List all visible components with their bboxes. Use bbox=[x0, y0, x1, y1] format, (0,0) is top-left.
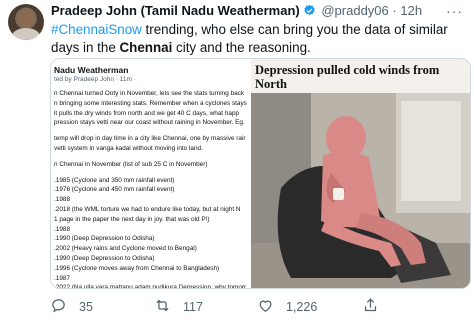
embedded-line: .1990 (Deep Depression to Odisha) bbox=[54, 235, 155, 243]
avatar-face bbox=[18, 10, 34, 28]
heart-icon bbox=[257, 297, 286, 317]
share-button[interactable] bbox=[362, 297, 391, 317]
retweet-count: 117 bbox=[183, 300, 203, 314]
embedded-line: it pulls the dry winds from north and we… bbox=[54, 109, 240, 117]
embedded-line: .1990 (Deep Depression to Odisha) bbox=[54, 254, 155, 262]
embedded-line: pression stays vetti near our coast with… bbox=[54, 119, 245, 127]
embedded-line: .1996 (Cyclone moves away from Chennai t… bbox=[54, 264, 220, 272]
retweet-icon bbox=[154, 297, 183, 317]
tweet: Pradeep John (Tamil Nadu Weatherman) @pr… bbox=[0, 0, 474, 331]
media-screenshot-panel[interactable]: Nadu Weatherman ted by Pradeep John · 11… bbox=[51, 59, 251, 288]
embedded-line: .1988 bbox=[54, 225, 70, 233]
retweet-button[interactable]: 117 bbox=[154, 297, 203, 317]
share-icon bbox=[362, 297, 391, 317]
embedded-line: n Chennai in November (list of sub 25 C … bbox=[54, 160, 208, 168]
reply-button[interactable]: 35 bbox=[50, 297, 93, 317]
avatar[interactable] bbox=[8, 4, 44, 40]
embedded-line: .1988 bbox=[54, 196, 70, 204]
like-count: 1,226 bbox=[286, 300, 318, 314]
embedded-line: temp will drop in day time in a city lik… bbox=[54, 135, 246, 143]
meme-photo bbox=[251, 93, 470, 288]
embedded-line: n Chennai turned Ooty in November, lets … bbox=[54, 90, 245, 97]
embedded-line: n bringing some interesting stats. Remem… bbox=[54, 99, 247, 107]
embedded-line: .2022 (Na ulla vara mattanu adam pudikur… bbox=[54, 284, 247, 288]
tweet-text: #ChennaiSnow trending, who else can brin… bbox=[51, 21, 471, 57]
embedded-line: vetti system in vanga kadal without movi… bbox=[54, 144, 203, 152]
embedded-line: .1985 (Cyclone and 350 mm rainfall event… bbox=[54, 176, 175, 184]
reply-count: 35 bbox=[79, 300, 93, 314]
dot-separator: · bbox=[392, 3, 397, 18]
tweet-text-segment: city and the reasoning. bbox=[172, 40, 311, 55]
hashtag-link[interactable]: #ChennaiSnow bbox=[51, 22, 142, 37]
embedded-line: .2002 (Heavy rains and Cyclone moved to … bbox=[54, 245, 197, 253]
tweet-time[interactable]: 12h bbox=[400, 3, 422, 18]
embedded-line: .2018 (the WML torture we had to endure … bbox=[54, 205, 241, 213]
embedded-meta: ted by Pradeep John · 11m · bbox=[54, 76, 136, 83]
more-options-icon[interactable]: ··· bbox=[446, 3, 463, 19]
embedded-account-name: Nadu Weatherman bbox=[54, 65, 129, 75]
meme-caption: Depression pulled cold winds from North bbox=[255, 63, 440, 91]
author-handle[interactable]: @praddy06 bbox=[321, 3, 388, 18]
embedded-line: .1976 (Cyclone and 450 mm rainfall event… bbox=[54, 186, 175, 194]
like-button[interactable]: 1,226 bbox=[257, 297, 317, 317]
tweet-header: Pradeep John (Tamil Nadu Weatherman) @pr… bbox=[51, 3, 422, 20]
media-meme-panel[interactable]: Depression pulled cold winds from North bbox=[251, 59, 470, 288]
tweet-text-bold: Chennai bbox=[119, 40, 173, 55]
embedded-post-text: n Chennai turned Ooty in November, lets … bbox=[54, 89, 251, 288]
reply-icon bbox=[50, 297, 79, 317]
embedded-line: 1 page in the paper the next day in joy.… bbox=[54, 215, 210, 223]
verified-badge-icon bbox=[303, 4, 316, 20]
author-name[interactable]: Pradeep John (Tamil Nadu Weatherman) bbox=[51, 3, 300, 18]
avatar-shirt bbox=[12, 28, 40, 40]
embedded-line: .1987 bbox=[54, 274, 70, 282]
tweet-actions: 35 117 1,226 bbox=[50, 297, 470, 317]
tweet-media[interactable]: Nadu Weatherman ted by Pradeep John · 11… bbox=[50, 58, 471, 289]
